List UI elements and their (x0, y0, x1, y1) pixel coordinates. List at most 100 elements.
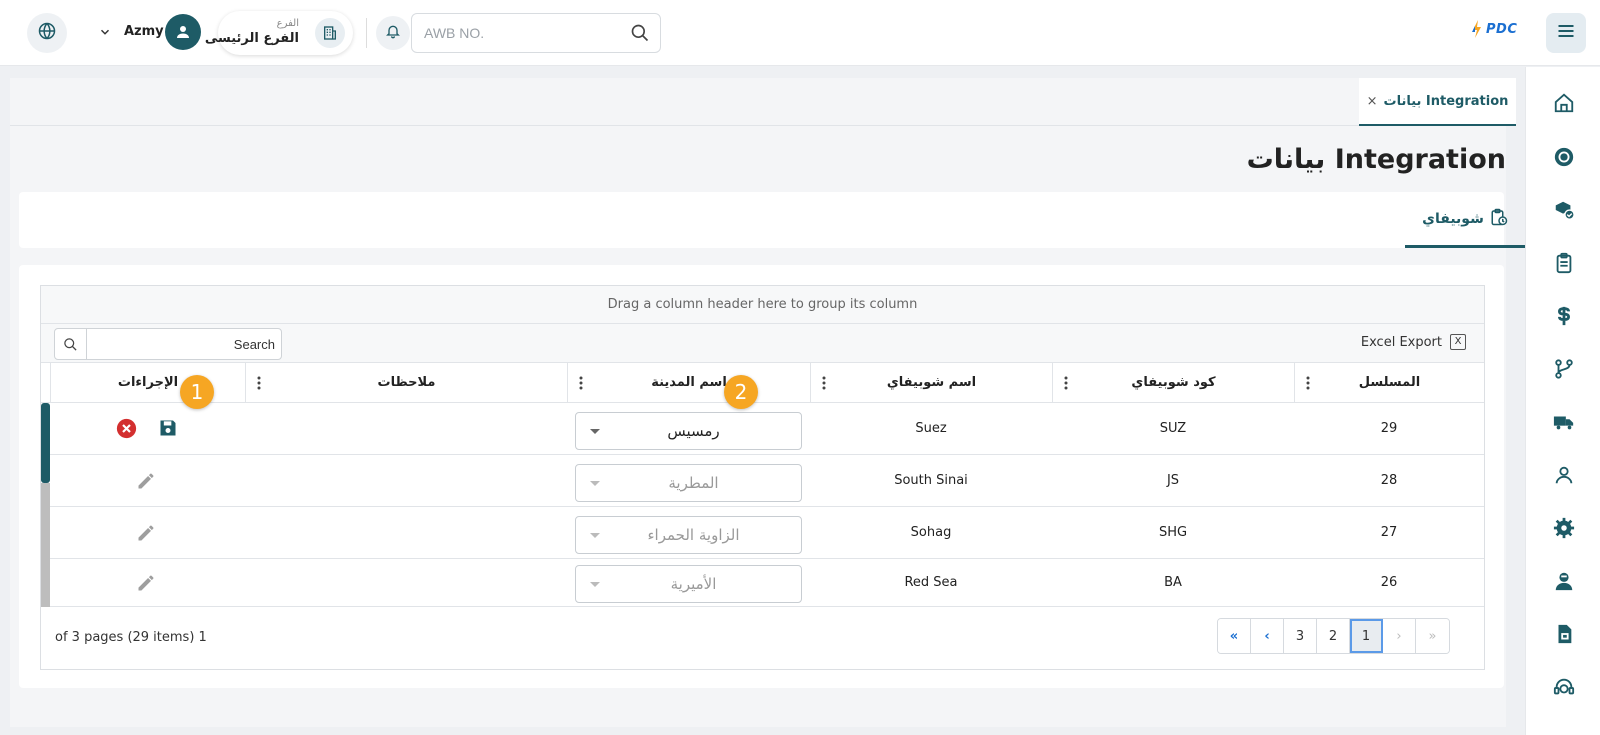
user-name[interactable]: Azmy (124, 24, 164, 39)
serial-cell: 28 (1380, 473, 1398, 488)
search-icon[interactable] (630, 23, 650, 47)
close-icon[interactable]: × (1367, 94, 1378, 109)
column-header-serial[interactable]: المسلسل (1294, 363, 1484, 403)
globe-icon (38, 22, 56, 44)
sidebar (1525, 67, 1600, 735)
awb-search-box (411, 13, 661, 53)
prev-page-button[interactable]: ‹ (1251, 619, 1284, 653)
callout-badge-1: 1 (180, 375, 214, 409)
sim-card-icon[interactable] (1552, 622, 1576, 646)
language-button[interactable] (27, 13, 67, 53)
page-2-button[interactable]: 2 (1317, 619, 1350, 653)
group-panel[interactable]: Drag a column header here to group its c… (41, 286, 1484, 324)
scrollbar-track[interactable] (41, 483, 50, 607)
pencil-icon[interactable] (136, 523, 156, 543)
pdc-logo[interactable]: PDC (1471, 20, 1517, 38)
column-header-city[interactable]: اسم المدينة (567, 363, 810, 403)
page-title: بيانات Integration (1246, 144, 1506, 175)
column-header-shopify-name[interactable]: اسم شوبيفاي (810, 363, 1052, 403)
shopify-code-cell: JS (1166, 473, 1180, 488)
city-select[interactable]: المطرية (575, 464, 802, 502)
notifications-button[interactable] (376, 16, 410, 50)
column-header-notes[interactable]: ملاحظات (245, 363, 567, 403)
tab-shopify[interactable]: شوبيفاي (1405, 192, 1525, 248)
tab-label: شوبيفاي (1422, 210, 1484, 227)
column-header-label: الإجراءات (117, 375, 179, 390)
shopify-name-cell: Red Sea (904, 575, 958, 590)
notes-cell (245, 507, 567, 559)
packages-check-icon[interactable] (1552, 198, 1576, 222)
next-page-button[interactable]: › (1383, 619, 1416, 653)
column-header-label: المسلسل (1358, 375, 1421, 390)
page-3-button[interactable]: 3 (1284, 619, 1317, 653)
grid-footer: of 3 pages (29 items) 1 « ‹ 3 2 1 › » (41, 607, 1484, 669)
pencil-icon[interactable] (136, 573, 156, 593)
tab-integration[interactable]: × بيانات Integration (1359, 78, 1516, 126)
avatar[interactable] (165, 14, 201, 50)
branch-flow-icon[interactable] (1552, 357, 1576, 381)
page-1-button[interactable]: 1 (1350, 619, 1383, 653)
column-header-actions[interactable]: الإجراءات (50, 363, 245, 403)
caret-down-icon (590, 429, 600, 434)
person-icon[interactable] (1552, 463, 1576, 487)
table-row[interactable]: الزاوية الحمراء Sohag SHG 27 (41, 507, 1484, 559)
first-page-button[interactable]: « (1218, 619, 1251, 653)
new-badge-icon[interactable] (1552, 145, 1576, 169)
divider (366, 18, 367, 48)
subtabs-card: شوبيفاي (19, 192, 1525, 248)
scrollbar-thumb[interactable] (41, 403, 50, 483)
city-select[interactable]: الزاوية الحمراء (575, 516, 802, 554)
truck-icon[interactable] (1552, 410, 1576, 434)
awb-input[interactable] (424, 22, 614, 44)
ai-support-icon[interactable] (1552, 675, 1576, 699)
serial-cell: 27 (1380, 525, 1398, 540)
user-icon (177, 26, 189, 38)
branch-selector[interactable]: الفرع الفرع الرئيسى (205, 11, 353, 55)
table-row[interactable]: رمسيس Suez SUZ 29 (41, 403, 1484, 455)
agent-icon[interactable] (1552, 569, 1576, 593)
shopify-code-cell: BA (1164, 575, 1182, 590)
city-select-value: رمسيس (667, 422, 720, 440)
column-header-shopify-code[interactable]: كود شوبيفاي (1052, 363, 1294, 403)
notes-cell (245, 403, 567, 455)
grid-toolbar: Excel Export X (41, 324, 1484, 363)
city-select[interactable]: رمسيس (575, 412, 802, 450)
search-input[interactable] (91, 334, 275, 354)
save-icon[interactable] (158, 418, 178, 438)
page-tabs-strip: × بيانات Integration (10, 78, 1516, 126)
menu-button[interactable] (1546, 13, 1586, 53)
home-icon[interactable] (1552, 91, 1576, 115)
branch-value: الفرع الرئيسى (204, 31, 299, 46)
building-icon (315, 18, 345, 48)
clipboard-clock-icon (1490, 207, 1508, 231)
column-header-label: اسم المدينة (651, 375, 727, 390)
grid-header-row: الإجراءات ملاحظات اسم المدينة اسم شوبيفا… (41, 363, 1484, 403)
serial-cell: 29 (1380, 421, 1398, 436)
column-header-label: اسم شوبيفاي (886, 375, 977, 390)
city-select[interactable]: الأميرية (575, 565, 802, 603)
logo-text: PDC (1486, 21, 1518, 37)
excel-export-button[interactable]: Excel Export X (1361, 334, 1466, 350)
city-select-value: المطرية (668, 474, 719, 492)
search-icon[interactable] (55, 329, 87, 359)
bell-icon (385, 23, 401, 43)
clipboard-icon[interactable] (1552, 251, 1576, 275)
cancel-icon[interactable] (116, 418, 137, 439)
hamburger-icon (1556, 21, 1576, 45)
table-row[interactable]: الأميرية Red Sea BA 26 (41, 559, 1484, 607)
pencil-icon[interactable] (136, 471, 156, 491)
caret-down-icon (590, 481, 600, 486)
top-bar: Azmy الفرع الفرع الرئيسى PDC (0, 0, 1600, 66)
table-row[interactable]: المطرية South Sinai JS 28 (41, 455, 1484, 507)
grid-search (54, 328, 282, 360)
gear-icon[interactable] (1552, 516, 1576, 540)
pager: « ‹ 3 2 1 › » (1217, 618, 1450, 654)
data-grid: Drag a column header here to group its c… (40, 285, 1485, 670)
chevron-down-icon[interactable] (98, 24, 112, 38)
last-page-button[interactable]: » (1416, 619, 1449, 653)
logo-mark-icon (1472, 20, 1481, 38)
serial-cell: 26 (1380, 575, 1398, 590)
shopify-code-cell: SUZ (1159, 421, 1187, 436)
column-header-label: كود شوبيفاي (1131, 375, 1216, 390)
dollar-icon[interactable] (1552, 304, 1576, 328)
